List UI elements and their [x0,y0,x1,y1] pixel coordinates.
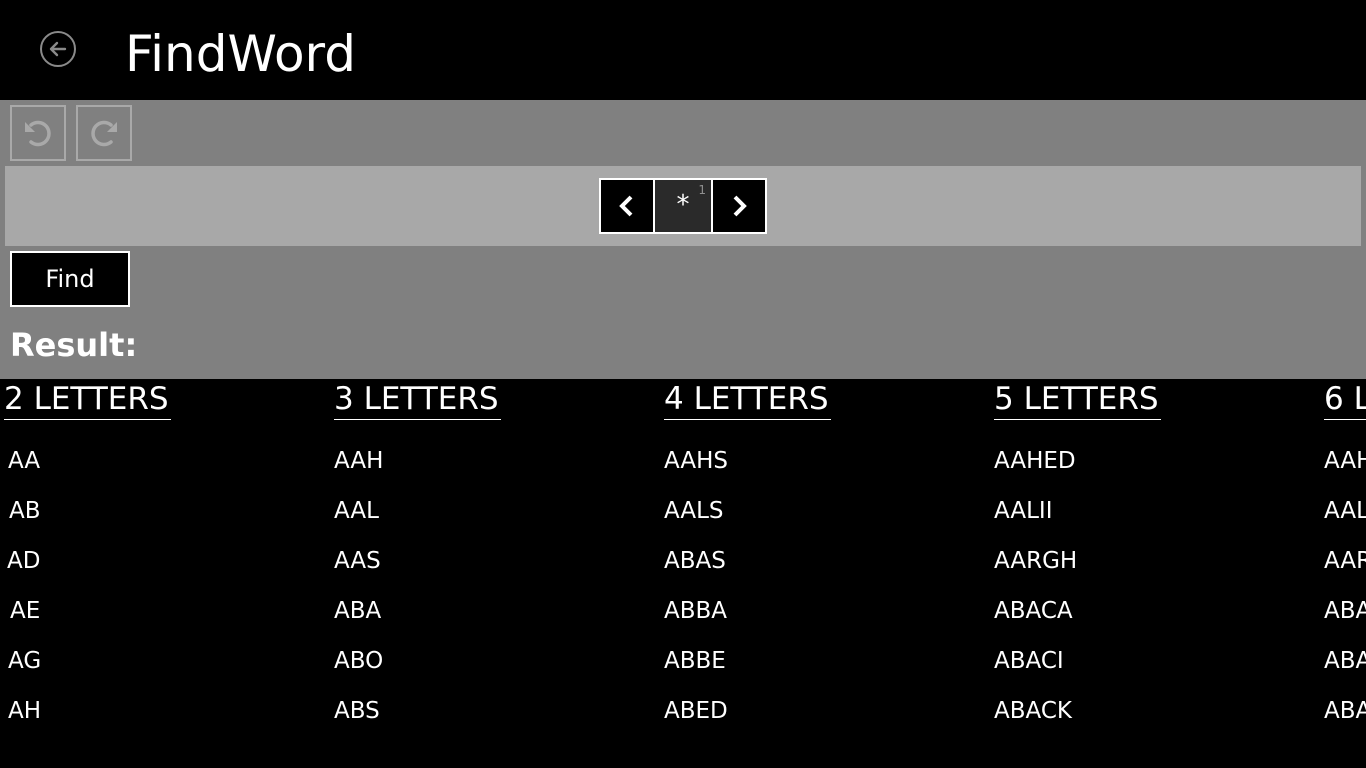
redo-button[interactable] [76,105,132,161]
column-header[interactable]: 4 LETTERS [664,379,831,420]
word-item[interactable]: AH [8,696,41,726]
app-title: FindWord [125,25,356,83]
word-item[interactable]: AAL [334,496,379,526]
word-item[interactable]: ABA [334,596,381,626]
chevron-right-icon [733,195,747,217]
word-item[interactable]: ABAS [664,546,726,576]
search-panel: * 1 Find Result: [0,100,1366,379]
pattern-editor: * 1 [599,178,767,234]
word-item[interactable]: AARGH [994,546,1077,576]
word-item[interactable]: ABACA [994,596,1073,626]
word-item[interactable]: ABS [334,696,380,726]
word-item[interactable]: ABBE [664,646,726,676]
app-header: FindWord [0,0,1366,100]
word-item[interactable]: AG [8,646,41,676]
word-item[interactable]: AARRGH [1324,546,1366,576]
back-button[interactable] [40,31,76,67]
word-item[interactable]: ABAKAS [1324,696,1366,726]
back-arrow-icon [49,41,67,57]
word-item[interactable]: AAHED [994,446,1076,476]
word-item[interactable]: AD [7,546,40,576]
find-button[interactable]: Find [10,251,130,307]
column-header[interactable]: 5 LETTERS [994,379,1161,420]
result-label: Result: [10,326,138,364]
undo-button[interactable] [10,105,66,161]
word-item[interactable]: AAHING [1324,446,1366,476]
previous-letter-button[interactable] [599,178,655,234]
redo-icon [91,120,117,147]
next-letter-button[interactable] [711,178,767,234]
word-item[interactable]: AALS [664,496,724,526]
word-item[interactable]: AALII [994,496,1053,526]
word-item[interactable]: AA [8,446,40,476]
pattern-bar: * 1 [5,166,1361,246]
word-item[interactable]: AAHS [664,446,728,476]
pattern-cell[interactable]: * 1 [655,178,711,234]
word-item[interactable]: ABACUS [1324,646,1366,676]
column-header[interactable]: 6 LETTERS [1324,379,1366,420]
word-item[interactable]: ABBA [664,596,727,626]
word-item[interactable]: AB [9,496,41,526]
pattern-cell-index: 1 [698,183,706,197]
column-header[interactable]: 3 LETTERS [334,379,501,420]
chevron-left-icon [619,195,633,217]
undo-icon [25,120,51,147]
column-header[interactable]: 2 LETTERS [4,379,171,420]
word-item[interactable]: AE [10,596,40,626]
word-item[interactable]: ABACI [994,646,1064,676]
column-6-letters: 6 LETTERS AAHING AALIIS AARRGH ABACAS AB… [1324,379,1366,768]
word-item[interactable]: AALIIS [1324,496,1366,526]
word-item[interactable]: AAS [334,546,381,576]
results-area: 2 LETTERS AA AB AD AE AG AH 3 LETTERS AA… [0,379,1366,768]
word-item[interactable]: ABED [664,696,728,726]
word-item[interactable]: ABACAS [1324,596,1366,626]
word-item[interactable]: ABO [334,646,383,676]
word-item[interactable]: AAH [334,446,383,476]
word-item[interactable]: ABACK [994,696,1072,726]
